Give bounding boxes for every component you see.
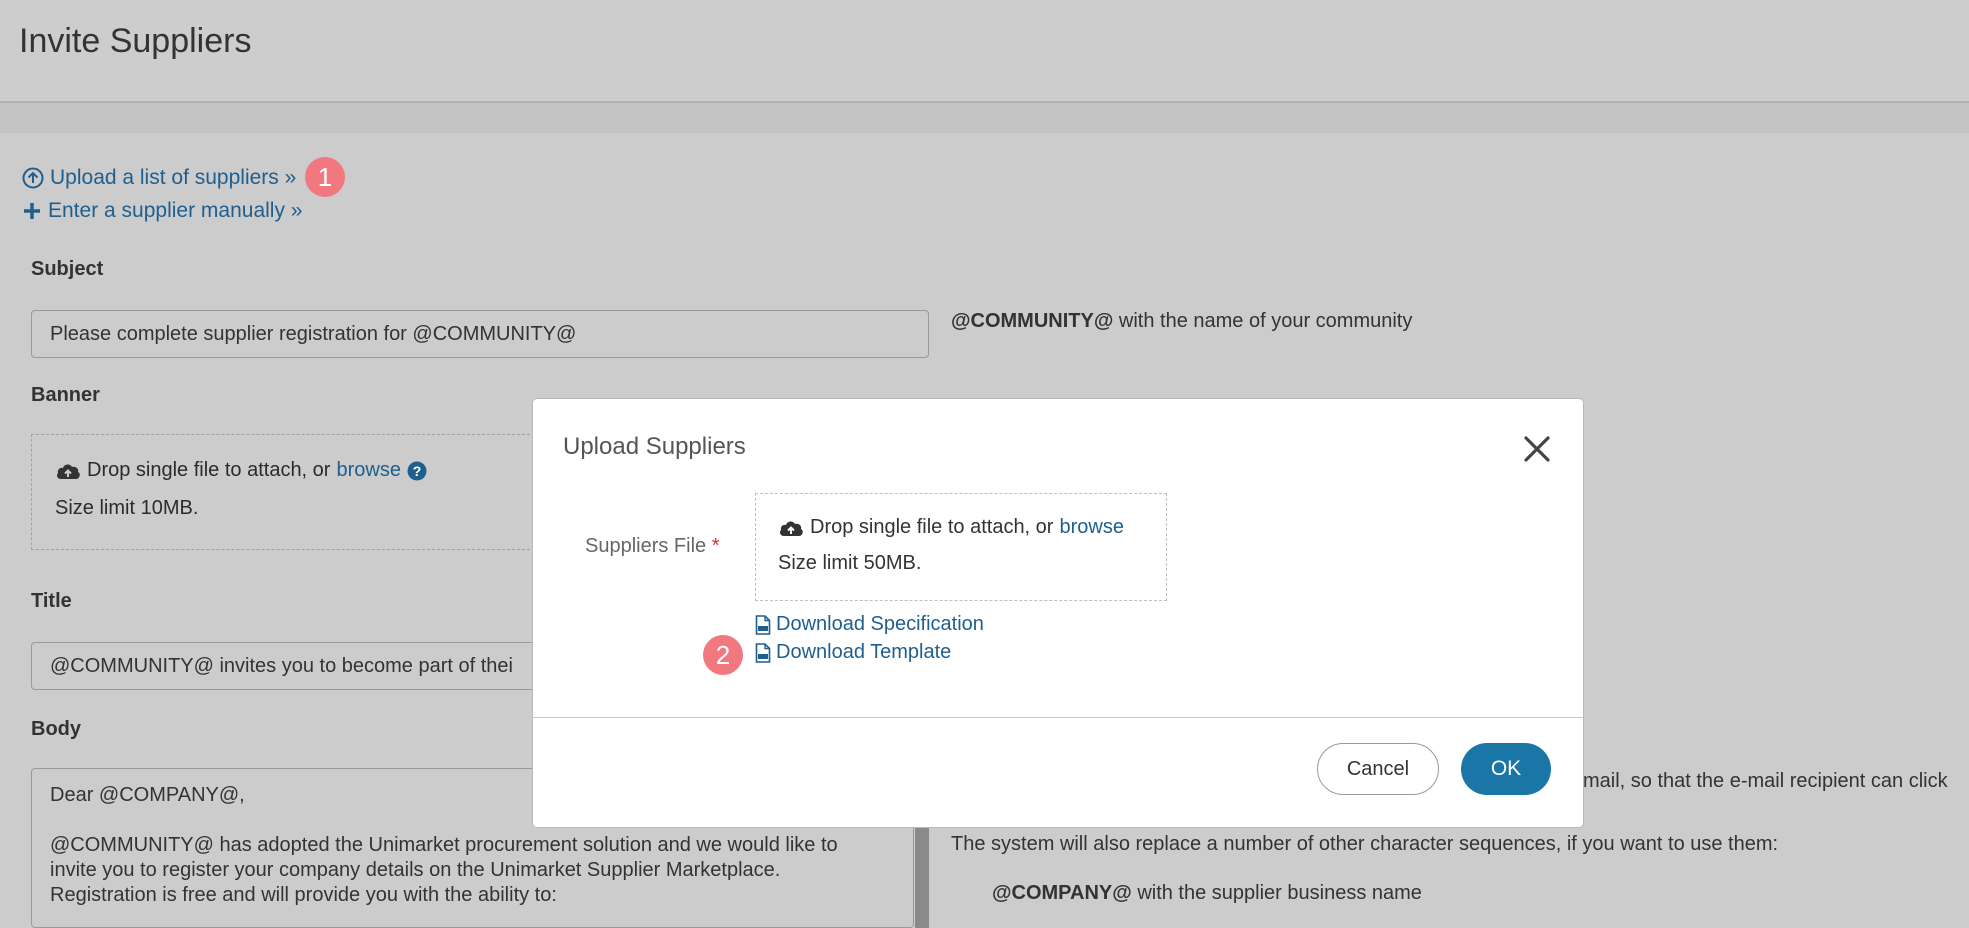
- suppliers-file-label: Suppliers File *: [585, 535, 720, 558]
- suppliers-drop-text: Drop single file to attach, or: [810, 516, 1054, 538]
- suppliers-file-dropzone[interactable]: Drop single file to attach, or browse Si…: [755, 493, 1167, 601]
- modal-footer-divider: [533, 717, 1583, 718]
- modal-title: Upload Suppliers: [563, 433, 746, 460]
- svg-text:?: ?: [413, 463, 422, 479]
- subject-hint: @COMMUNITY@ with the name of your commun…: [951, 310, 1412, 333]
- suppliers-file-label-text: Suppliers File: [585, 535, 707, 557]
- upload-suppliers-link[interactable]: Upload a list of suppliers »: [22, 166, 296, 190]
- required-mark: *: [711, 535, 720, 557]
- upload-suppliers-modal: Upload Suppliers Suppliers File * Drop s…: [532, 398, 1584, 828]
- cloud-upload-icon: [57, 463, 80, 479]
- title-label: Title: [31, 590, 72, 612]
- upload-suppliers-label: Upload a list of suppliers »: [50, 166, 297, 189]
- csv-file-icon: [755, 614, 771, 635]
- download-template-label: Download Template: [776, 641, 952, 663]
- banner-size-limit: Size limit 10MB.: [55, 497, 199, 519]
- body-line: @COMMUNITY@ has adopted the Unimarket pr…: [50, 834, 838, 856]
- suppliers-drop-row: Drop single file to attach, or browse: [778, 516, 1124, 539]
- body-line: invite you to register your company deta…: [50, 859, 781, 881]
- cloud-upload-icon: [780, 520, 803, 536]
- banner-drop-text: Drop single file to attach, or: [87, 459, 331, 481]
- upload-circle-icon: [22, 167, 44, 189]
- body-hint-replace: The system will also replace a number of…: [951, 833, 1779, 855]
- suppliers-size-limit: Size limit 50MB.: [778, 552, 922, 574]
- subject-hint-text: with the name of your community: [1118, 310, 1413, 332]
- plus-icon: [24, 203, 40, 219]
- step-badge-1: 1: [305, 157, 345, 197]
- close-icon[interactable]: [1517, 429, 1557, 469]
- enter-supplier-manually-label: Enter a supplier manually »: [48, 199, 303, 222]
- banner-browse-link[interactable]: browse: [336, 459, 400, 482]
- banner-label: Banner: [31, 384, 100, 406]
- body-hint-company: @COMPANY@ with the supplier business nam…: [992, 882, 1422, 905]
- ok-button[interactable]: OK: [1461, 743, 1551, 795]
- subject-input[interactable]: Please complete supplier registration fo…: [31, 310, 929, 358]
- subject-label: Subject: [31, 258, 104, 280]
- csv-file-icon: [755, 642, 771, 663]
- body-hint-company-token: @COMPANY@: [992, 882, 1132, 904]
- suppliers-browse-link[interactable]: browse: [1059, 516, 1123, 539]
- body-line: Registration is free and will provide yo…: [50, 884, 557, 906]
- help-icon[interactable]: ?: [407, 461, 427, 481]
- subheader-bar: [0, 103, 1969, 133]
- body-label: Body: [31, 718, 81, 740]
- page-header: Invite Suppliers: [0, 0, 1969, 103]
- download-specification-label: Download Specification: [776, 613, 984, 635]
- banner-drop-row: Drop single file to attach, or browse ?: [55, 459, 427, 482]
- page-title: Invite Suppliers: [19, 22, 252, 60]
- step-badge-2: 2: [703, 635, 743, 675]
- body-hint-cut: mail, so that the e-mail recipient can c…: [1583, 770, 1948, 792]
- download-template-link[interactable]: Download Template: [755, 641, 951, 664]
- enter-supplier-manually-link[interactable]: Enter a supplier manually »: [22, 199, 302, 223]
- cancel-button[interactable]: Cancel: [1317, 743, 1439, 795]
- subject-hint-token: @COMMUNITY@: [951, 310, 1114, 332]
- download-specification-link[interactable]: Download Specification: [755, 613, 984, 636]
- body-hint-company-text: with the supplier business name: [1137, 882, 1422, 904]
